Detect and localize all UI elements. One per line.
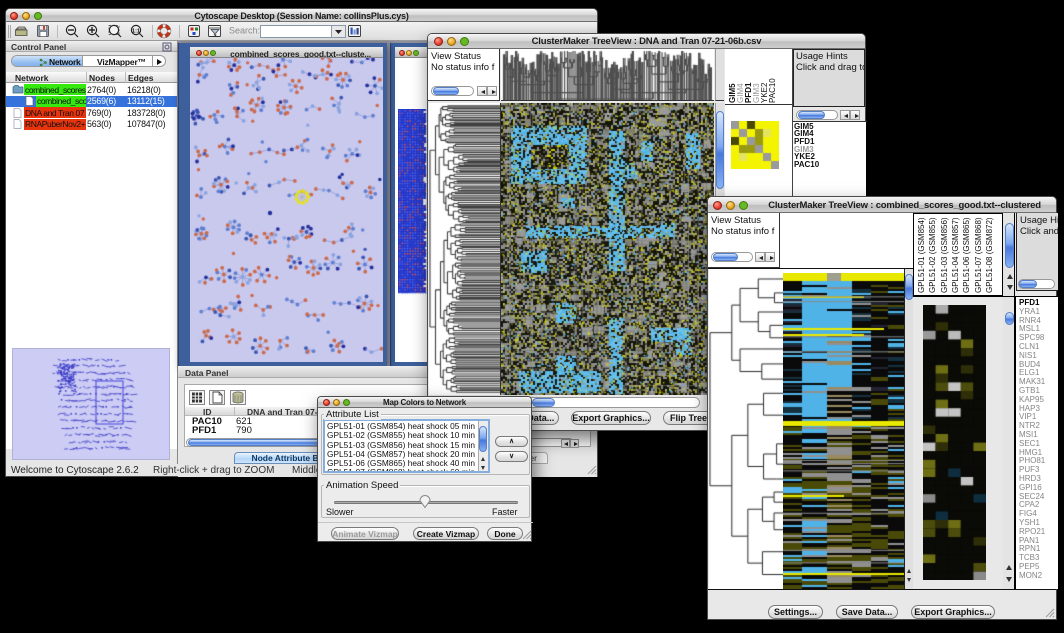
svg-text:Search:: Search:: [229, 26, 260, 36]
svg-text:1:1: 1:1: [132, 29, 140, 35]
